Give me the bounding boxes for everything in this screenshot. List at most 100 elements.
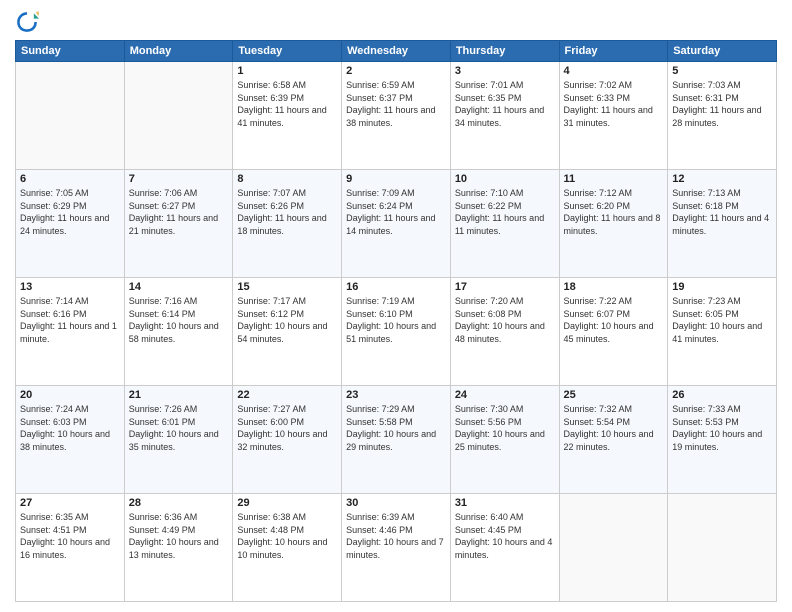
day-number: 21 [129, 389, 229, 401]
day-number: 29 [237, 497, 337, 509]
day-number: 16 [346, 281, 446, 293]
day-info: Sunrise: 7:01 AM Sunset: 6:35 PM Dayligh… [455, 79, 555, 129]
day-info: Sunrise: 7:20 AM Sunset: 6:08 PM Dayligh… [455, 295, 555, 345]
day-number: 31 [455, 497, 555, 509]
day-info: Sunrise: 7:24 AM Sunset: 6:03 PM Dayligh… [20, 403, 120, 453]
day-number: 9 [346, 173, 446, 185]
calendar-cell: 10Sunrise: 7:10 AM Sunset: 6:22 PM Dayli… [450, 170, 559, 278]
header-day-sunday: Sunday [16, 41, 125, 62]
header [15, 10, 777, 34]
day-info: Sunrise: 7:22 AM Sunset: 6:07 PM Dayligh… [564, 295, 664, 345]
day-info: Sunrise: 7:16 AM Sunset: 6:14 PM Dayligh… [129, 295, 229, 345]
calendar-cell: 12 Sunrise: 7:13 AM Sunset: 6:18 PM Dayli… [668, 170, 777, 278]
day-number: 13 [20, 281, 120, 293]
calendar-cell: 6 Sunrise: 7:05 AM Sunset: 6:29 PM Daylig… [16, 170, 125, 278]
day-info: Sunrise: 6:58 AM Sunset: 6:39 PM Dayligh… [237, 79, 337, 129]
day-info: Sunrise: 6:40 AM Sunset: 4:45 PM Dayligh… [455, 511, 555, 561]
calendar-cell: 30 Sunrise: 6:39 AM Sunset: 4:46 PM Dayli… [342, 494, 451, 602]
day-number: 26 [672, 389, 772, 401]
day-info: Sunrise: 7:33 AM Sunset: 5:53 PM Dayligh… [672, 403, 772, 453]
week-row-0: 1 Sunrise: 6:58 AM Sunset: 6:39 PM Daylig… [16, 62, 777, 170]
day-info: Sunrise: 7:29 AM Sunset: 5:58 PM Dayligh… [346, 403, 446, 453]
day-info: Sunrise: 7:17 AM Sunset: 6:12 PM Dayligh… [237, 295, 337, 345]
day-number: 11 [564, 173, 664, 185]
calendar-cell: 3 Sunrise: 7:01 AM Sunset: 6:35 PM Daylig… [450, 62, 559, 170]
calendar-cell: 17Sunrise: 7:20 AM Sunset: 6:08 PM Dayli… [450, 278, 559, 386]
calendar-cell: 18 Sunrise: 7:22 AM Sunset: 6:07 PM Dayli… [559, 278, 668, 386]
day-number: 19 [672, 281, 772, 293]
day-info: Sunrise: 7:12 AM Sunset: 6:20 PM Dayligh… [564, 187, 664, 237]
calendar-cell: 27 Sunrise: 6:35 AM Sunset: 4:51 PM Dayli… [16, 494, 125, 602]
calendar-cell [668, 494, 777, 602]
calendar-cell: 22 Sunrise: 7:27 AM Sunset: 6:00 PM Dayli… [233, 386, 342, 494]
day-info: Sunrise: 7:19 AM Sunset: 6:10 PM Dayligh… [346, 295, 446, 345]
calendar-cell: 8Sunrise: 7:07 AM Sunset: 6:26 PM Daylig… [233, 170, 342, 278]
day-info: Sunrise: 6:59 AM Sunset: 6:37 PM Dayligh… [346, 79, 446, 129]
header-day-saturday: Saturday [668, 41, 777, 62]
day-info: Sunrise: 6:36 AM Sunset: 4:49 PM Dayligh… [129, 511, 229, 561]
calendar-cell: 5Sunrise: 7:03 AM Sunset: 6:31 PM Daylig… [668, 62, 777, 170]
header-day-wednesday: Wednesday [342, 41, 451, 62]
day-number: 20 [20, 389, 120, 401]
calendar-cell: 15 Sunrise: 7:17 AM Sunset: 6:12 PM Dayli… [233, 278, 342, 386]
day-info: Sunrise: 7:14 AM Sunset: 6:16 PM Dayligh… [20, 295, 120, 345]
day-number: 30 [346, 497, 446, 509]
calendar-cell: 11 Sunrise: 7:12 AM Sunset: 6:20 PM Dayli… [559, 170, 668, 278]
day-info: Sunrise: 7:30 AM Sunset: 5:56 PM Dayligh… [455, 403, 555, 453]
day-info: Sunrise: 7:05 AM Sunset: 6:29 PM Dayligh… [20, 187, 120, 237]
day-info: Sunrise: 6:35 AM Sunset: 4:51 PM Dayligh… [20, 511, 120, 561]
day-number: 7 [129, 173, 229, 185]
calendar-cell: 9 Sunrise: 7:09 AM Sunset: 6:24 PM Daylig… [342, 170, 451, 278]
calendar-cell: 19Sunrise: 7:23 AM Sunset: 6:05 PM Dayli… [668, 278, 777, 386]
header-day-friday: Friday [559, 41, 668, 62]
calendar-cell: 14 Sunrise: 7:16 AM Sunset: 6:14 PM Dayli… [124, 278, 233, 386]
header-row: SundayMondayTuesdayWednesdayThursdayFrid… [16, 41, 777, 62]
day-info: Sunrise: 7:09 AM Sunset: 6:24 PM Dayligh… [346, 187, 446, 237]
day-info: Sunrise: 7:27 AM Sunset: 6:00 PM Dayligh… [237, 403, 337, 453]
calendar-body: 1 Sunrise: 6:58 AM Sunset: 6:39 PM Daylig… [16, 62, 777, 602]
day-info: Sunrise: 7:10 AM Sunset: 6:22 PM Dayligh… [455, 187, 555, 237]
calendar-cell: 4 Sunrise: 7:02 AM Sunset: 6:33 PM Daylig… [559, 62, 668, 170]
week-row-3: 20 Sunrise: 7:24 AM Sunset: 6:03 PM Dayli… [16, 386, 777, 494]
header-day-tuesday: Tuesday [233, 41, 342, 62]
calendar-cell: 2 Sunrise: 6:59 AM Sunset: 6:37 PM Daylig… [342, 62, 451, 170]
day-info: Sunrise: 7:13 AM Sunset: 6:18 PM Dayligh… [672, 187, 772, 237]
header-day-monday: Monday [124, 41, 233, 62]
calendar-cell: 21Sunrise: 7:26 AM Sunset: 6:01 PM Dayli… [124, 386, 233, 494]
calendar-cell: 26 Sunrise: 7:33 AM Sunset: 5:53 PM Dayli… [668, 386, 777, 494]
day-info: Sunrise: 6:39 AM Sunset: 4:46 PM Dayligh… [346, 511, 446, 561]
day-number: 25 [564, 389, 664, 401]
day-info: Sunrise: 7:03 AM Sunset: 6:31 PM Dayligh… [672, 79, 772, 129]
day-number: 12 [672, 173, 772, 185]
page: SundayMondayTuesdayWednesdayThursdayFrid… [0, 0, 792, 612]
week-row-2: 13 Sunrise: 7:14 AM Sunset: 6:16 PM Dayli… [16, 278, 777, 386]
header-day-thursday: Thursday [450, 41, 559, 62]
day-number: 24 [455, 389, 555, 401]
day-number: 1 [237, 65, 337, 77]
calendar-cell: 25Sunrise: 7:32 AM Sunset: 5:54 PM Dayli… [559, 386, 668, 494]
calendar-header: SundayMondayTuesdayWednesdayThursdayFrid… [16, 41, 777, 62]
day-number: 2 [346, 65, 446, 77]
week-row-4: 27 Sunrise: 6:35 AM Sunset: 4:51 PM Dayli… [16, 494, 777, 602]
day-number: 6 [20, 173, 120, 185]
day-number: 14 [129, 281, 229, 293]
day-info: Sunrise: 7:06 AM Sunset: 6:27 PM Dayligh… [129, 187, 229, 237]
day-number: 18 [564, 281, 664, 293]
day-number: 15 [237, 281, 337, 293]
calendar-cell: 28 Sunrise: 6:36 AM Sunset: 4:49 PM Dayli… [124, 494, 233, 602]
week-row-1: 6 Sunrise: 7:05 AM Sunset: 6:29 PM Daylig… [16, 170, 777, 278]
day-number: 3 [455, 65, 555, 77]
day-info: Sunrise: 7:02 AM Sunset: 6:33 PM Dayligh… [564, 79, 664, 129]
logo-icon [15, 10, 39, 34]
day-number: 28 [129, 497, 229, 509]
day-number: 22 [237, 389, 337, 401]
day-number: 4 [564, 65, 664, 77]
calendar-cell: 16 Sunrise: 7:19 AM Sunset: 6:10 PM Dayli… [342, 278, 451, 386]
logo [15, 10, 43, 34]
calendar-cell [559, 494, 668, 602]
day-number: 27 [20, 497, 120, 509]
calendar-cell: 1 Sunrise: 6:58 AM Sunset: 6:39 PM Daylig… [233, 62, 342, 170]
day-number: 23 [346, 389, 446, 401]
calendar-cell: 29Sunrise: 6:38 AM Sunset: 4:48 PM Dayli… [233, 494, 342, 602]
day-number: 8 [237, 173, 337, 185]
